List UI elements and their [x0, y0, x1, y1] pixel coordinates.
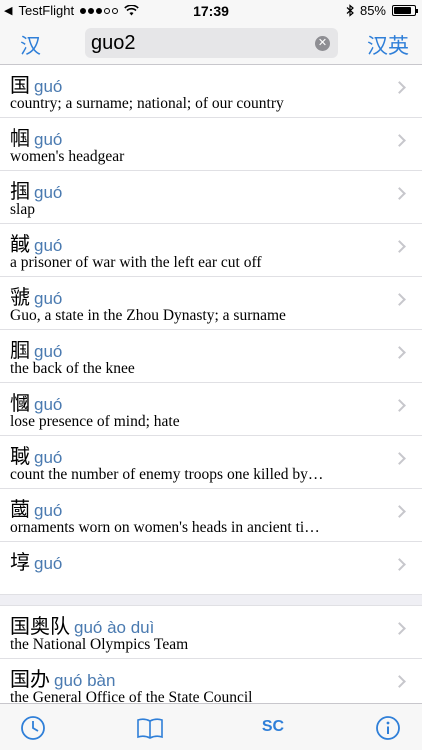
- hanzi: 聝: [10, 444, 30, 468]
- headword: 蔮 guó: [10, 493, 62, 522]
- pinyin: guó: [34, 289, 63, 308]
- definition: country; a surname; national; of our cou…: [10, 95, 284, 112]
- chevron-right-icon: [393, 81, 406, 94]
- hanzi: 馘: [10, 232, 30, 256]
- result-row[interactable]: 虢 guó Guo, a state in the Zhou Dynasty; a …: [0, 277, 422, 330]
- search-input[interactable]: [91, 28, 311, 58]
- pinyin: guó bàn: [54, 671, 116, 690]
- result-row[interactable]: 掴 guó slap: [0, 171, 422, 224]
- definition: the back of the knee: [10, 360, 135, 377]
- pinyin: guó: [34, 183, 63, 202]
- chevron-right-icon: [393, 240, 406, 253]
- pinyin: guó: [34, 236, 63, 255]
- headword: 腘 guó: [10, 334, 62, 363]
- pinyin: guó: [34, 395, 63, 414]
- battery-icon: [392, 5, 418, 16]
- result-row[interactable]: 帼 guó women's headgear: [0, 118, 422, 171]
- pinyin: guó: [34, 77, 63, 96]
- chevron-right-icon: [393, 187, 406, 200]
- battery-percent: 85%: [359, 3, 386, 18]
- result-row[interactable]: 聝 guó count the number of enemy troops one…: [0, 436, 422, 489]
- headword: 国奥队 guó ào duì: [10, 610, 154, 639]
- result-row[interactable]: 慖 guó lose presence of mind; hate: [0, 383, 422, 436]
- result-row[interactable]: 国 guó country; a surname; national; of our…: [0, 65, 422, 118]
- results-list: 国 guó country; a surname; national; of our…: [0, 65, 422, 703]
- definition: slap: [10, 201, 35, 218]
- definition: lose presence of mind; hate: [10, 413, 180, 430]
- book-icon[interactable]: [136, 714, 164, 742]
- chevron-right-icon: [393, 452, 406, 465]
- info-icon[interactable]: [374, 714, 402, 742]
- chevron-right-icon: [393, 558, 406, 571]
- compound-row[interactable]: 国办 guó bàn the General Office of the State…: [0, 659, 422, 703]
- headword: 聝 guó: [10, 440, 62, 469]
- definition: count the number of enemy troops one kil…: [10, 466, 324, 483]
- definition: Guo, a state in the Zhou Dynasty; a surn…: [10, 307, 286, 324]
- simplified-chinese-tab[interactable]: SC: [258, 718, 288, 746]
- chinese-mode-button[interactable]: 汉: [20, 30, 41, 60]
- headword: 埻 guó: [10, 546, 62, 575]
- hanzi: 帼: [10, 126, 30, 150]
- pinyin: guó: [34, 501, 63, 520]
- result-row[interactable]: 馘 guó a prisoner of war with the left ear …: [0, 224, 422, 277]
- result-row[interactable]: 蔮 guó ornaments worn on women's heads in a…: [0, 489, 422, 542]
- headword: 掴 guó: [10, 175, 62, 204]
- section-separator: [0, 595, 422, 606]
- hanzi: 国办: [10, 667, 50, 691]
- chevron-right-icon: [393, 399, 406, 412]
- result-row[interactable]: 腘 guó the back of the knee: [0, 330, 422, 383]
- hanzi: 国: [10, 73, 30, 97]
- hanzi: 慖: [10, 391, 30, 415]
- definition: the National Olympics Team: [10, 636, 189, 653]
- headword: 虢 guó: [10, 281, 62, 310]
- chevron-right-icon: [393, 622, 406, 635]
- pinyin: guó: [34, 130, 63, 149]
- status-bar: ◀ TestFlight 17:39 85%: [0, 0, 422, 22]
- chevron-right-icon: [393, 293, 406, 306]
- history-icon[interactable]: [19, 714, 47, 742]
- chinese-english-button[interactable]: 汉英: [367, 30, 409, 60]
- status-right: 85%: [346, 3, 418, 18]
- headword: 慖 guó: [10, 387, 62, 416]
- hanzi: 腘: [10, 338, 30, 362]
- hanzi: 蔮: [10, 497, 30, 521]
- search-box[interactable]: ✕: [85, 28, 338, 58]
- pinyin: guó: [34, 342, 63, 361]
- pinyin: guó: [34, 448, 63, 467]
- hanzi: 国奥队: [10, 614, 70, 638]
- hanzi: 掴: [10, 179, 30, 203]
- chevron-right-icon: [393, 134, 406, 147]
- clear-search-icon[interactable]: ✕: [315, 36, 330, 51]
- compound-row[interactable]: 国奥队 guó ào duì the National Olympics Team: [0, 606, 422, 659]
- headword: 帼 guó: [10, 122, 62, 151]
- headword: 馘 guó: [10, 228, 62, 257]
- definition: the General Office of the State Council: [10, 689, 253, 703]
- pinyin: guó ào duì: [74, 618, 155, 637]
- definition: ornaments worn on women's heads in ancie…: [10, 519, 320, 536]
- chevron-right-icon: [393, 505, 406, 518]
- definition: women's headgear: [10, 148, 125, 165]
- headword: 国办 guó bàn: [10, 663, 115, 692]
- tab-bar: SC: [0, 703, 422, 750]
- bluetooth-icon: [346, 4, 354, 17]
- result-row[interactable]: 埻 guó: [0, 542, 422, 595]
- pinyin: guó: [34, 554, 63, 573]
- headword: 国 guó: [10, 69, 62, 98]
- nav-bar: 汉 ✕ 汉英: [0, 22, 422, 65]
- definition: a prisoner of war with the left ear cut …: [10, 254, 262, 271]
- hanzi: 埻: [10, 550, 30, 574]
- hanzi: 虢: [10, 285, 30, 309]
- chevron-right-icon: [393, 675, 406, 688]
- chevron-right-icon: [393, 346, 406, 359]
